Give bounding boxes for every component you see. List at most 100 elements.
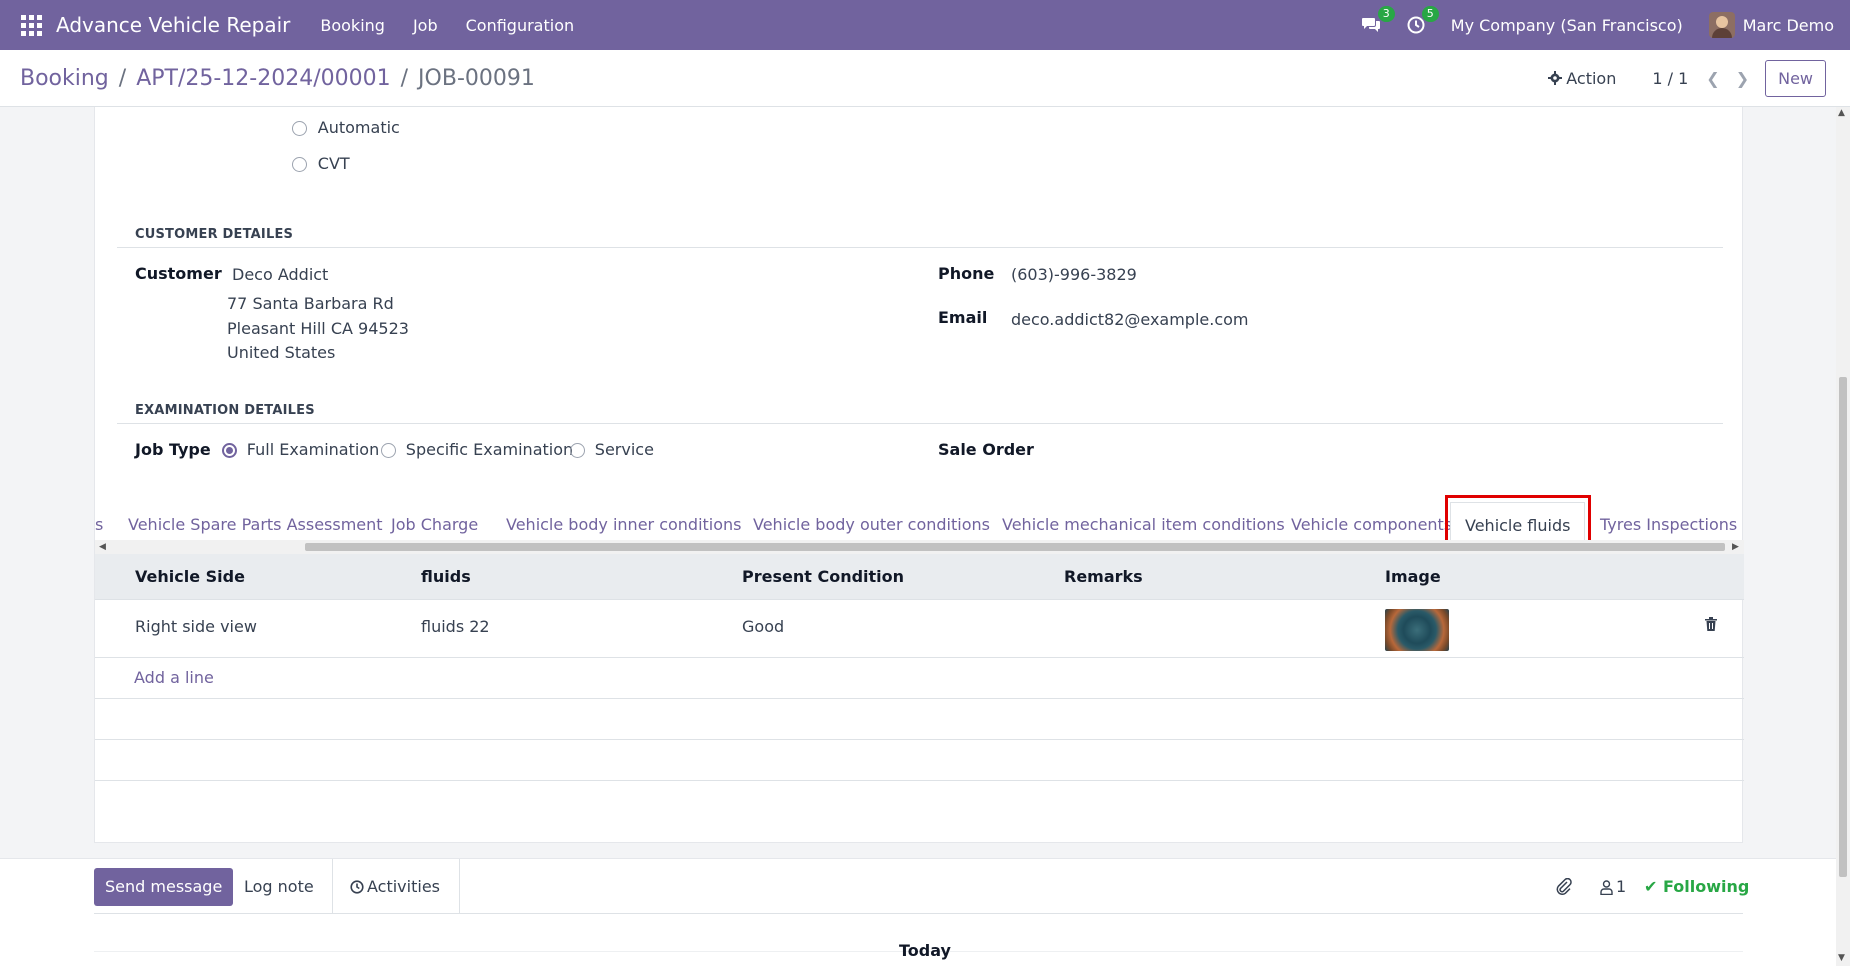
job-type-option-label: Service (594, 440, 654, 459)
radio-automatic[interactable] (292, 121, 307, 136)
customer-section-title: CUSTOMER DETAILES (135, 227, 294, 242)
chatter-divider (94, 913, 1743, 914)
app-title[interactable]: Advance Vehicle Repair (56, 13, 290, 37)
customer-label: Customer (135, 264, 222, 283)
following-button[interactable]: ✔ Following (1644, 868, 1749, 906)
fluid-image-thumbnail[interactable] (1385, 609, 1449, 651)
chatter-divider (332, 859, 333, 913)
trash-icon[interactable] (1705, 617, 1717, 631)
table-row[interactable]: Right side view fluids 22 Good (95, 600, 1744, 658)
clock-icon (350, 880, 364, 894)
messages-systray[interactable]: 3 (1361, 6, 1395, 34)
column-fluids[interactable]: fluids (421, 554, 471, 600)
pager-value[interactable]: 1 / 1 (1652, 69, 1688, 88)
user-icon (1600, 879, 1613, 895)
menu-configuration[interactable]: Configuration (466, 16, 575, 35)
chatter-divider (459, 859, 460, 913)
form-sheet: Automatic CVT CUSTOMER DETAILES Customer… (94, 107, 1744, 843)
job-type-full-examination[interactable]: Full Examination (222, 440, 379, 459)
section-divider (117, 247, 1723, 248)
activities-badge: 5 (1421, 6, 1439, 22)
section-divider (117, 423, 1723, 424)
column-present-condition[interactable]: Present Condition (742, 554, 904, 600)
followers-button[interactable]: 1 (1600, 868, 1626, 906)
add-line-row: Add a line (95, 658, 1744, 699)
pager-previous-icon[interactable]: ❮ (1706, 69, 1719, 88)
email-value[interactable]: deco.addict82@example.com (1011, 310, 1249, 329)
column-image[interactable]: Image (1385, 554, 1441, 600)
breadcrumb-separator: / (400, 65, 409, 91)
fluids-table-header: Vehicle Side fluids Present Condition Re… (95, 554, 1744, 600)
scroll-up-icon[interactable]: ▲ (1838, 108, 1845, 118)
job-type-option-label: Specific Examination (405, 440, 574, 459)
scroll-left-icon[interactable]: ◀ (99, 540, 106, 554)
phone-label: Phone (938, 264, 995, 283)
cell-vehicle-side[interactable]: Right side view (135, 617, 257, 636)
radio-specific-examination[interactable] (381, 443, 396, 458)
user-name: Marc Demo (1742, 15, 1834, 35)
scroll-down-icon[interactable]: ▼ (1838, 953, 1845, 963)
activities-button[interactable]: Activities (350, 868, 440, 906)
active-tab-highlight (1445, 495, 1591, 543)
customer-name[interactable]: Deco Addict (232, 265, 328, 284)
breadcrumb-current: JOB-00091 (418, 65, 535, 91)
activities-systray[interactable]: 5 (1407, 6, 1439, 34)
transmission-option-cvt[interactable]: CVT (292, 154, 350, 173)
add-line-link[interactable]: Add a line (134, 668, 214, 687)
new-button[interactable]: New (1765, 59, 1826, 97)
action-label: Action (1566, 68, 1617, 88)
followers-count: 1 (1616, 877, 1627, 896)
job-type-option-label: Full Examination (246, 440, 380, 459)
sale-order-label: Sale Order (938, 440, 1034, 459)
radio-full-examination[interactable] (222, 443, 237, 458)
top-navbar: Advance Vehicle Repair Booking Job Confi… (0, 0, 1850, 50)
check-icon: ✔ (1644, 877, 1658, 896)
job-type-specific-examination[interactable]: Specific Examination (381, 440, 573, 459)
empty-table-row (95, 699, 1744, 740)
job-type-label: Job Type (135, 440, 211, 459)
breadcrumb-appointment[interactable]: APT/25-12-2024/00001 (136, 66, 390, 91)
radio-cvt[interactable] (292, 157, 307, 172)
today-separator: Today (899, 941, 951, 960)
breadcrumb-booking[interactable]: Booking (20, 66, 109, 91)
scrollbar-thumb[interactable] (305, 543, 1725, 551)
cell-fluids[interactable]: fluids 22 (421, 617, 490, 636)
action-menu-button[interactable]: Action (1548, 69, 1616, 88)
log-note-button[interactable]: Log note (244, 868, 314, 906)
paperclip-icon[interactable] (1555, 878, 1573, 896)
send-message-button[interactable]: Send message (94, 868, 234, 906)
breadcrumb-separator: / (118, 65, 127, 91)
radio-service[interactable] (570, 443, 585, 458)
empty-table-row (95, 740, 1744, 781)
phone-value[interactable]: (603)-996-3829 (1011, 265, 1137, 284)
column-remarks[interactable]: Remarks (1064, 554, 1143, 600)
customer-address-line2: Pleasant Hill CA 94523 (227, 319, 409, 338)
job-type-service[interactable]: Service (570, 440, 654, 459)
transmission-option-automatic[interactable]: Automatic (292, 118, 400, 137)
chat-icon (1361, 18, 1380, 32)
customer-address-line1: 77 Santa Barbara Rd (227, 294, 394, 313)
pager-next-icon[interactable]: ❯ (1736, 69, 1749, 88)
control-panel: Booking / APT/25-12-2024/00001 / JOB-000… (0, 50, 1850, 107)
column-vehicle-side[interactable]: Vehicle Side (135, 554, 245, 600)
tabs-horizontal-scrollbar[interactable]: ◀ ▶ (95, 540, 1744, 554)
scroll-right-icon[interactable]: ▶ (1732, 540, 1739, 554)
menu-job[interactable]: Job (413, 16, 438, 35)
cell-present-condition[interactable]: Good (742, 617, 784, 636)
apps-menu-icon[interactable] (16, 10, 46, 40)
email-label: Email (938, 308, 988, 327)
examination-section-title: EXAMINATION DETAILES (135, 403, 315, 418)
scrollbar-thumb[interactable] (1839, 377, 1847, 877)
gear-icon (1548, 71, 1563, 85)
page-vertical-scrollbar[interactable]: ▲ ▼ (1836, 107, 1850, 966)
activities-label: Activities (367, 877, 440, 896)
customer-address-line3: United States (227, 343, 336, 362)
transmission-automatic-label: Automatic (317, 118, 400, 137)
messages-badge: 3 (1377, 6, 1395, 22)
menu-booking[interactable]: Booking (320, 16, 385, 35)
avatar (1708, 12, 1735, 38)
chatter: Send message Log note Activities 1 ✔ Fol… (0, 858, 1850, 966)
clock-icon (1407, 16, 1425, 34)
user-menu[interactable]: Marc Demo (1708, 12, 1834, 38)
company-switcher[interactable]: My Company (San Francisco) (1451, 16, 1683, 35)
